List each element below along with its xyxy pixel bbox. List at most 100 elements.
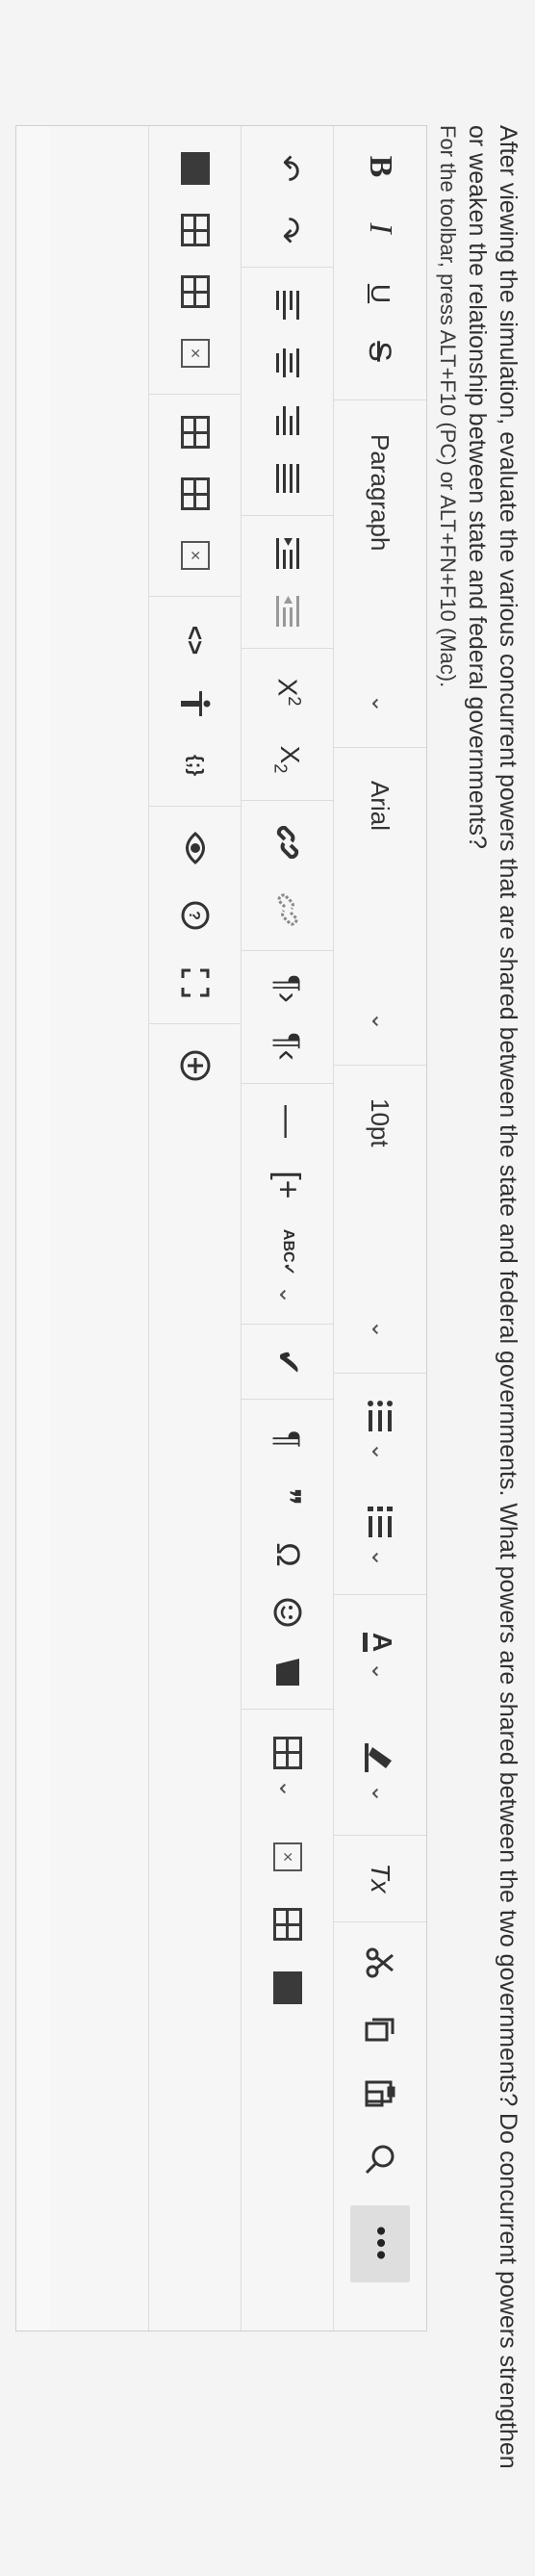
- paragraph-format-select[interactable]: Paragraph ⌄: [351, 415, 409, 733]
- fullscreen-button[interactable]: [166, 956, 224, 1010]
- align-justify-button[interactable]: [259, 455, 317, 502]
- chevron-down-icon: ⌄: [367, 693, 394, 713]
- table-delete-col-button[interactable]: ×: [166, 532, 224, 579]
- find-button[interactable]: [351, 2132, 409, 2186]
- add-content-button[interactable]: [166, 1039, 224, 1093]
- fullscreen-icon: [181, 968, 210, 997]
- blockquote-button[interactable]: ❞: [259, 1474, 317, 1520]
- highlight-icon: [365, 1742, 392, 1772]
- code-inline-button[interactable]: <>: [166, 611, 224, 669]
- check-button[interactable]: ✔: [259, 1339, 317, 1385]
- screen: After viewing the simulation, evaluate t…: [0, 0, 535, 2576]
- table-icon: [181, 214, 210, 246]
- italic-icon: I: [363, 222, 398, 234]
- table-row-button[interactable]: [259, 1961, 317, 2015]
- paragraph-icon: ¶: [269, 1430, 307, 1449]
- table-icon: [181, 152, 210, 185]
- insert-icon: [+: [269, 1171, 307, 1199]
- indent-icon: [276, 538, 299, 569]
- eye-icon: [186, 832, 205, 864]
- code-block-button[interactable]: {;}: [166, 738, 224, 792]
- help-button[interactable]: ?: [166, 889, 224, 942]
- link-icon: [276, 826, 299, 859]
- spellcheck-button[interactable]: ABC✓ ⌄: [259, 1224, 317, 1310]
- toolbar-row-1: B I U S Paragraph ⌄ Arial ⌄ 10pt ⌄ ⌄ ⌄ A…: [333, 126, 426, 2331]
- table-insert-row-after-button[interactable]: [166, 207, 224, 253]
- undo-button[interactable]: ↶: [259, 145, 317, 192]
- delete-table-button[interactable]: ×: [259, 1830, 317, 1884]
- strikethrough-button[interactable]: S: [351, 328, 409, 374]
- horizontal-rule-button[interactable]: —: [259, 1098, 317, 1145]
- paragraph-mark-button[interactable]: ¶: [259, 1416, 317, 1462]
- table-icon: [273, 1908, 302, 1941]
- underline-button[interactable]: U: [351, 270, 409, 317]
- insert-media-button[interactable]: [259, 1649, 317, 1695]
- insert-link-button[interactable]: [259, 815, 317, 869]
- table-insert-col-after-button[interactable]: [166, 409, 224, 455]
- rtl-direction-button[interactable]: ¶‹: [259, 1023, 317, 1069]
- special-character-button[interactable]: Ω: [259, 1532, 317, 1578]
- paste-button[interactable]: [351, 2067, 409, 2121]
- chevron-down-icon: ⌄: [367, 1011, 394, 1031]
- indent-icon: [276, 596, 299, 627]
- editor-toolbar: B I U S Paragraph ⌄ Arial ⌄ 10pt ⌄ ⌄ ⌄ A…: [51, 126, 426, 2331]
- accessibility-button[interactable]: [166, 681, 224, 727]
- editor-content-area[interactable]: [16, 126, 51, 2331]
- table-icon: [273, 1736, 302, 1769]
- ltr-icon: ¶›: [269, 974, 307, 1003]
- highlight-color-button[interactable]: ⌄: [351, 1724, 409, 1820]
- align-center-button[interactable]: [259, 340, 317, 386]
- table-properties-button[interactable]: [259, 1897, 317, 1951]
- numbered-list-button[interactable]: ⌄: [351, 1493, 409, 1580]
- align-icon: [276, 464, 299, 493]
- align-left-button[interactable]: [259, 282, 317, 328]
- preview-button[interactable]: [166, 821, 224, 875]
- table-insert-row-before-button[interactable]: [166, 145, 224, 192]
- more-options-button[interactable]: •••: [350, 2205, 410, 2282]
- emoji-button[interactable]: [259, 1589, 317, 1636]
- paragraph-format-value: Paragraph: [366, 434, 395, 552]
- cut-button[interactable]: [351, 1936, 409, 1990]
- accessibility-icon: [181, 691, 211, 716]
- font-family-select[interactable]: Arial ⌄: [351, 761, 409, 1050]
- insert-button[interactable]: [+: [259, 1156, 317, 1214]
- toolbar-hint: For the toolbar, press ALT+F10 (PC) or A…: [436, 125, 460, 688]
- insert-table-button[interactable]: ⌄: [259, 1724, 317, 1811]
- ltr-direction-button[interactable]: ¶›: [259, 966, 317, 1012]
- delete-table-icon: ×: [273, 1842, 302, 1871]
- indent-button[interactable]: [259, 530, 317, 577]
- subscript-button[interactable]: X2: [259, 731, 317, 788]
- table-delete-row-button[interactable]: ×: [166, 330, 224, 376]
- chevron-down-icon: ⌄: [367, 1441, 394, 1462]
- chevron-down-icon: ⌄: [274, 1284, 301, 1305]
- clear-format-icon: Tx: [366, 1863, 395, 1893]
- subscript-icon: X2: [270, 745, 306, 774]
- spellcheck-icon: ABC✓: [280, 1228, 296, 1275]
- question-text: After viewing the simulation, evaluate t…: [464, 125, 522, 2469]
- table-merge-cells-button[interactable]: [166, 471, 224, 517]
- media-icon: [276, 1659, 299, 1686]
- align-icon: [276, 406, 299, 435]
- chevron-down-icon: ⌄: [367, 1547, 394, 1568]
- superscript-button[interactable]: X2: [259, 663, 317, 721]
- remove-link-button[interactable]: [259, 883, 317, 937]
- copy-button[interactable]: [351, 2001, 409, 2055]
- special-char-icon: Ω: [269, 1542, 307, 1567]
- bold-button[interactable]: B: [351, 143, 409, 190]
- font-size-select[interactable]: 10pt ⌄: [351, 1079, 409, 1358]
- redo-button[interactable]: ↷: [259, 207, 317, 253]
- table-insert-col-before-button[interactable]: [166, 269, 224, 315]
- italic-button[interactable]: I: [351, 205, 409, 251]
- rich-text-editor[interactable]: B I U S Paragraph ⌄ Arial ⌄ 10pt ⌄ ⌄ ⌄ A…: [15, 125, 427, 2331]
- outdent-button[interactable]: [259, 588, 317, 634]
- font-family-value: Arial: [366, 781, 395, 832]
- clear-formatting-button[interactable]: Tx: [351, 1849, 409, 1907]
- text-color-button[interactable]: A ⌄: [351, 1609, 409, 1705]
- delete-row-icon: ×: [181, 339, 210, 368]
- align-icon: [276, 348, 299, 377]
- bullet-list-button[interactable]: ⌄: [351, 1387, 409, 1474]
- delete-col-icon: ×: [181, 541, 210, 570]
- code-block-icon: {;}: [185, 754, 207, 777]
- superscript-icon: X2: [272, 678, 304, 707]
- align-right-button[interactable]: [259, 398, 317, 444]
